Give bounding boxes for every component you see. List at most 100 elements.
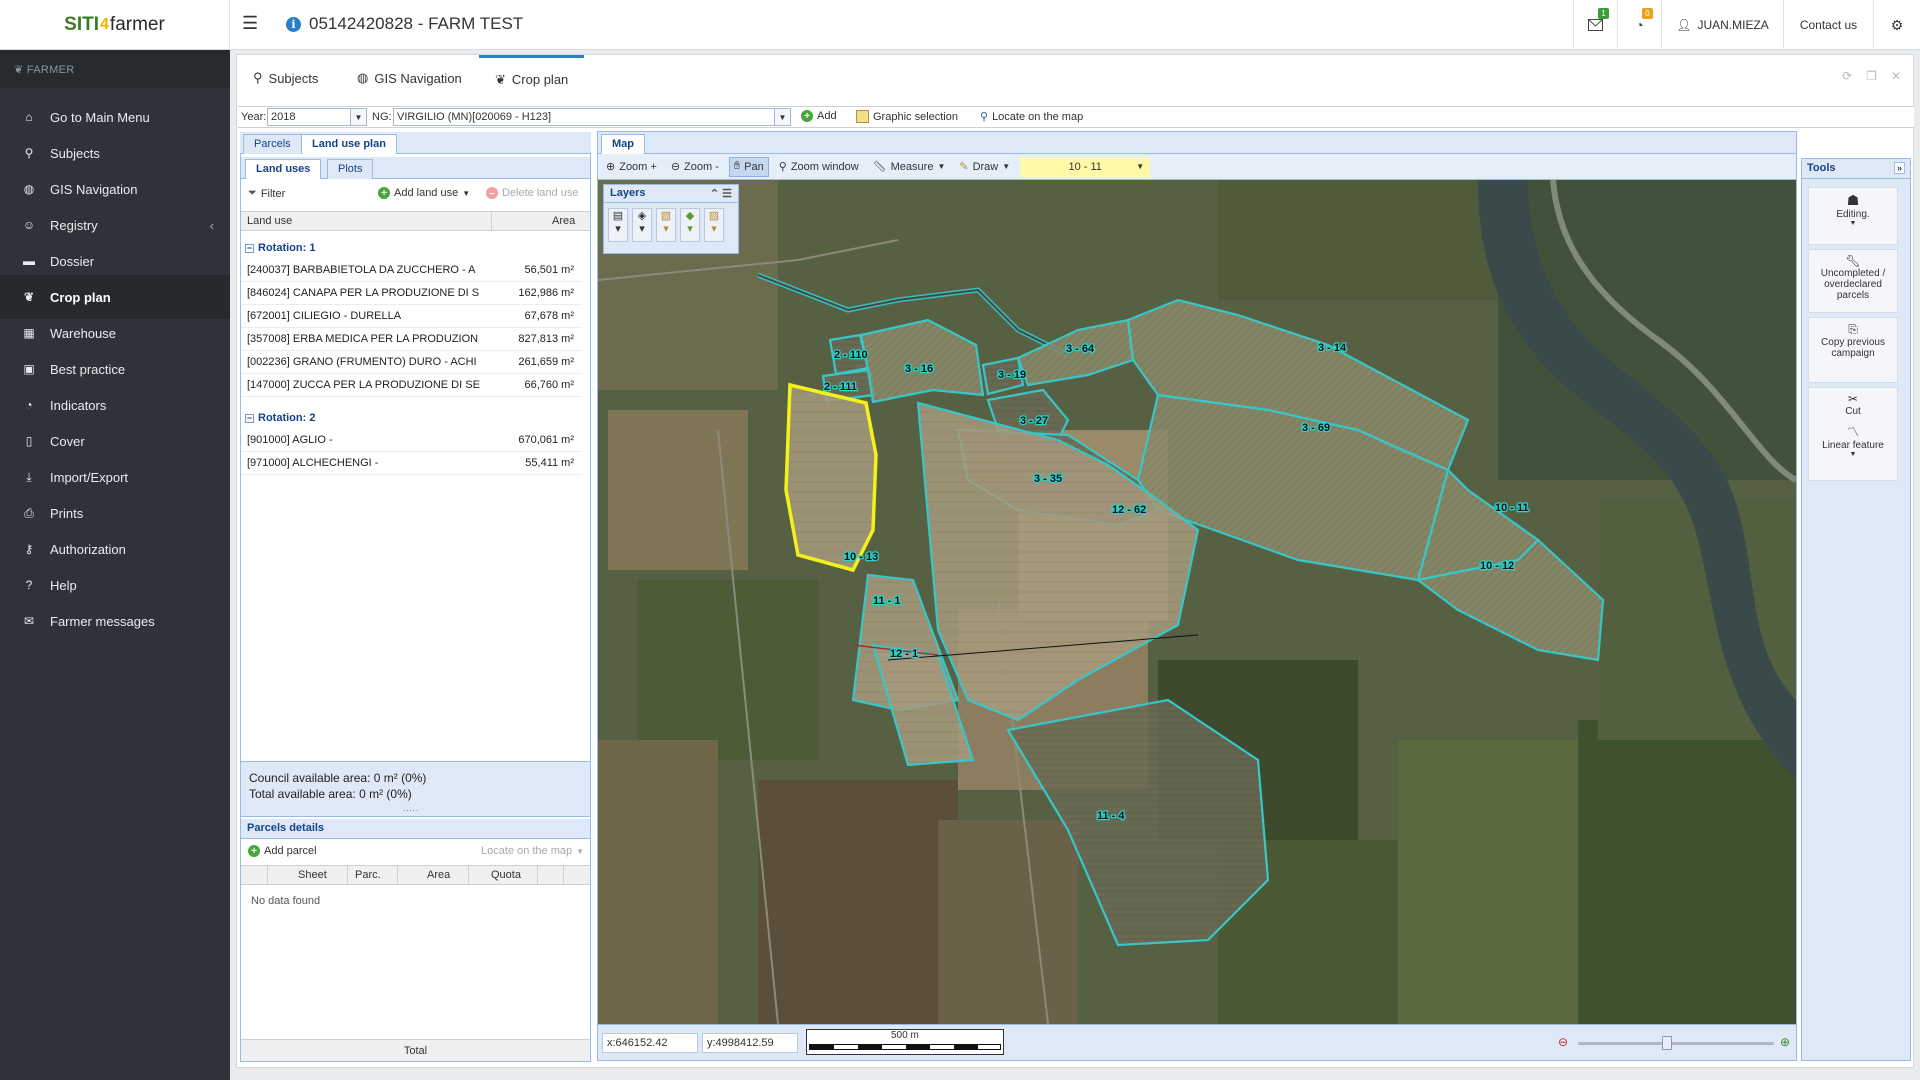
col-parc[interactable]: Parc. [355, 869, 381, 881]
map-canvas[interactable]: 2 - 110 2 - 111 3 - 16 3 - 19 3 - 27 3 - 64 3 … [598, 180, 1796, 1024]
add-parcel-button[interactable]: + Add parcel [248, 845, 317, 857]
zoom-in-icon[interactable]: ⊕ [1780, 1035, 1790, 1049]
area-cell: 162,986 m² [518, 287, 574, 299]
rss-button[interactable]: ◔ 0 [1617, 0, 1661, 50]
table-row[interactable]: [240037] BARBABIETOLA DA ZUCCHERO - A 56,… [241, 259, 582, 282]
info-icon[interactable]: i [286, 16, 301, 32]
copy-campaign-button[interactable]: ⎘ Copy previous campaign [1808, 317, 1898, 383]
zoom-slider[interactable]: ⊖ ⊕ [1558, 1035, 1794, 1051]
tab-map[interactable]: Map [601, 134, 645, 154]
user-menu[interactable]: 👤︎ JUAN.MIEZA [1661, 0, 1783, 50]
chevron-down-icon[interactable]: ▼ [350, 109, 366, 125]
editing-button[interactable]: ☗ Editing. ▼ [1808, 187, 1898, 245]
delete-land-use-button[interactable]: – Delete land use [486, 187, 578, 199]
graphic-selection-button[interactable]: Graphic selection [856, 110, 958, 123]
map-layer-icon[interactable]: ◈ ▾ [632, 208, 652, 242]
close-icon[interactable]: ✕ [1891, 69, 1901, 83]
base-layer-icon[interactable]: ▤ ▾ [608, 208, 628, 242]
land-use-cell: [147000] ZUCCA PER LA PRODUZIONE DI SE [247, 379, 480, 391]
globe-icon: ◍ [357, 70, 369, 85]
col-quota[interactable]: Quota [491, 869, 521, 881]
table-row[interactable]: [971000] ALCHECHENGI - 55,411 m² [241, 452, 582, 475]
settings-button[interactable]: ⚙ [1873, 0, 1920, 50]
mail-badge: 1 [1598, 8, 1609, 19]
linear-feature-button[interactable]: Linear feature [1809, 440, 1897, 451]
delete-icon: – [486, 187, 498, 199]
menu-toggle-icon[interactable]: ☰ [242, 13, 258, 34]
app-logo[interactable]: SITI 4 farmer [0, 0, 230, 50]
tools-header: Tools » [1802, 159, 1910, 179]
parcel-selector[interactable]: 10 - 11 ▼ [1020, 156, 1151, 177]
refresh-icon[interactable]: ⟳ [1842, 69, 1852, 83]
table-row[interactable]: [147000] ZUCCA PER LA PRODUZIONE DI SE 66… [241, 374, 582, 397]
tab-parcels[interactable]: Parcels [243, 134, 302, 154]
col-land-use[interactable]: Land use [247, 215, 292, 227]
tab-subjects[interactable]: ⚲ Subjects [237, 55, 334, 101]
restore-icon[interactable]: ❐ [1866, 69, 1877, 83]
contact-link[interactable]: Contact us [1783, 0, 1873, 50]
collapse-icon[interactable]: − [245, 243, 254, 253]
tab-land-use-plan[interactable]: Land use plan [301, 134, 397, 154]
zoom-slider-thumb[interactable] [1661, 1036, 1672, 1050]
grid-header: Land use Area [241, 211, 590, 231]
tab-gis-navigation[interactable]: ◍ GIS Navigation [341, 55, 478, 101]
filter-button[interactable]: ⏷ Filter [248, 187, 285, 200]
chevron-down-icon: ▼ [1136, 162, 1145, 171]
zoom-out-icon[interactable]: ⊖ [1558, 1035, 1568, 1049]
land-use-cell: [240037] BARBABIETOLA DA ZUCCHERO - A [247, 264, 476, 276]
locate-on-map-button[interactable]: ⚲ Locate on the map [980, 110, 1083, 124]
col-area[interactable]: Area [552, 215, 575, 227]
group-header[interactable]: − Rotation: 1 [241, 237, 582, 259]
add-land-use-button[interactable]: + Add land use ▼ [378, 187, 470, 199]
table-row[interactable]: [846024] CANAPA PER LA PRODUZIONE DI S 16… [241, 282, 582, 305]
col-area[interactable]: Area [427, 869, 450, 881]
table-row[interactable]: [901000] AGLIO - 670,061 m² [241, 429, 582, 452]
table-row[interactable]: [357008] ERBA MEDICA PER LA PRODUZION 827… [241, 328, 582, 351]
col-sheet[interactable]: Sheet [298, 869, 327, 881]
add-button[interactable]: + Add [801, 110, 837, 122]
zoom-out-button[interactable]: ⊖ Zoom - [667, 157, 723, 177]
envelope-icon: ✉ [23, 614, 35, 628]
tab-plots[interactable]: Plots [327, 159, 374, 179]
sidebar-item-farmer-messages[interactable]: ✉ Farmer messages [0, 599, 230, 643]
crop-plan-toolbar: Year: 2018 ▼ NG: VIRGILIO (MN)[020069 - H… [238, 106, 1914, 128]
draw-button[interactable]: ✎ Draw ▼ [955, 157, 1014, 177]
aerial-map[interactable]: 2 - 110 2 - 111 3 - 16 3 - 19 3 - 27 3 - 64 3 … [598, 180, 1796, 1024]
home-icon: ⌂ [25, 110, 33, 124]
zoom-window-button[interactable]: ⚲ Zoom window [775, 157, 863, 177]
collapse-icon[interactable]: ⌃ ☰ [710, 187, 732, 200]
tab-crop-plan[interactable]: ❦ Crop plan [479, 55, 585, 101]
table-row[interactable]: [672001] CILIEGIO - DURELLA 67,678 m² [241, 305, 582, 328]
table-row[interactable]: [002236] GRANO (FRUMENTO) DURO - ACHI 261… [241, 351, 582, 374]
overlay-layer-icon[interactable]: ◆ ▾ [680, 208, 700, 242]
parcel-layer-icon[interactable]: ▧ ▾ [656, 208, 676, 242]
parcels-details-header: Parcels details [241, 819, 590, 839]
locate-parcel-button[interactable]: Locate on the map ▼ [481, 845, 584, 857]
measure-button[interactable]: 📏︎ Measure ▼ [869, 157, 950, 177]
chevron-down-icon[interactable]: ▼ [774, 109, 790, 125]
year-select[interactable]: 2018 ▼ [267, 108, 367, 126]
land-use-grid: − Rotation: 1 [240037] BARBABIETOLA DA ZUC… [241, 233, 590, 693]
collapse-icon[interactable]: » [1893, 162, 1905, 174]
zoom-out-icon: ⊖ [670, 161, 681, 173]
map-statusbar: x:646152.42 y:4998412.59 500 m ⊖ ⊕ [598, 1024, 1796, 1060]
layers-header: Layers ⌃ ☰ [604, 185, 738, 203]
cut-button[interactable]: Cut [1809, 406, 1897, 417]
resize-handle[interactable]: ..... [403, 804, 419, 813]
top-bar: SITI 4 farmer ☰ i 05142420828 - FARM TEST … [0, 0, 1920, 50]
mail-button[interactable]: 1 [1573, 0, 1617, 50]
collapse-icon[interactable]: − [245, 413, 254, 423]
leaf-icon: ❦ [14, 64, 27, 76]
group-header[interactable]: − Rotation: 2 [241, 407, 582, 429]
edit-layer-icon[interactable]: ▨ ▾ [704, 208, 724, 242]
pan-button[interactable]: ✋︎ Pan [728, 156, 769, 177]
folder-icon: ▬ [23, 254, 35, 268]
uncompleted-parcels-button[interactable]: 🔧︎ Uncompleted / overdeclared parcels [1808, 249, 1898, 313]
tab-land-uses[interactable]: Land uses [245, 159, 322, 179]
chevron-down-icon: ▼ [462, 188, 471, 198]
left-panel: Parcels Land use plan Land uses Plots ⏷ F… [240, 132, 591, 1062]
scissors-icon[interactable]: ✂ [1809, 392, 1897, 406]
ng-select[interactable]: VIRGILIO (MN)[020069 - H123] ▼ [393, 108, 791, 126]
parcel-10-11[interactable] [784, 382, 878, 573]
zoom-in-button[interactable]: ⊕ Zoom + [602, 157, 661, 177]
